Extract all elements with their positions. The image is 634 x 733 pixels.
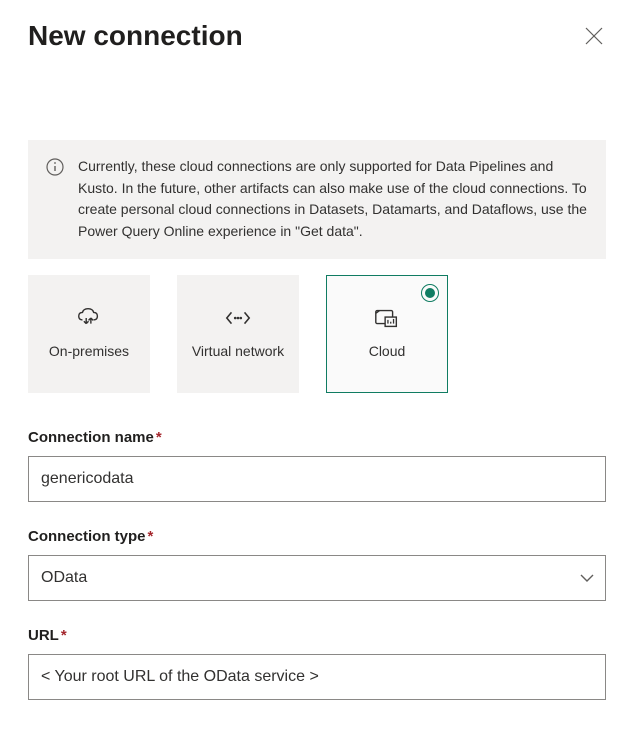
info-banner: Currently, these cloud connections are o…	[28, 140, 606, 259]
connection-name-input[interactable]	[28, 456, 606, 502]
connection-mode-tiles: On-premises Virtual network	[28, 275, 606, 393]
connection-type-select[interactable]: OData	[28, 555, 606, 601]
page-title: New connection	[28, 20, 243, 52]
close-button[interactable]	[582, 24, 606, 48]
tile-label: Virtual network	[192, 342, 284, 361]
selected-indicator-icon	[421, 284, 439, 302]
tile-label: Cloud	[369, 342, 406, 361]
close-icon	[585, 27, 603, 45]
connection-name-label: Connection name*	[28, 429, 606, 446]
connection-type-label: Connection type*	[28, 528, 606, 545]
info-icon	[46, 158, 64, 176]
tile-cloud[interactable]: Cloud	[326, 275, 448, 393]
tile-label: On-premises	[49, 342, 129, 361]
tile-on-premises[interactable]: On-premises	[28, 275, 150, 393]
connection-type-value: OData	[41, 569, 87, 587]
cloud-sync-icon	[75, 306, 103, 330]
url-input[interactable]	[28, 654, 606, 700]
info-text: Currently, these cloud connections are o…	[78, 156, 588, 243]
cloud-storage-icon	[373, 306, 401, 330]
network-icon	[224, 306, 252, 330]
tile-virtual-network[interactable]: Virtual network	[177, 275, 299, 393]
url-label: URL*	[28, 627, 606, 644]
